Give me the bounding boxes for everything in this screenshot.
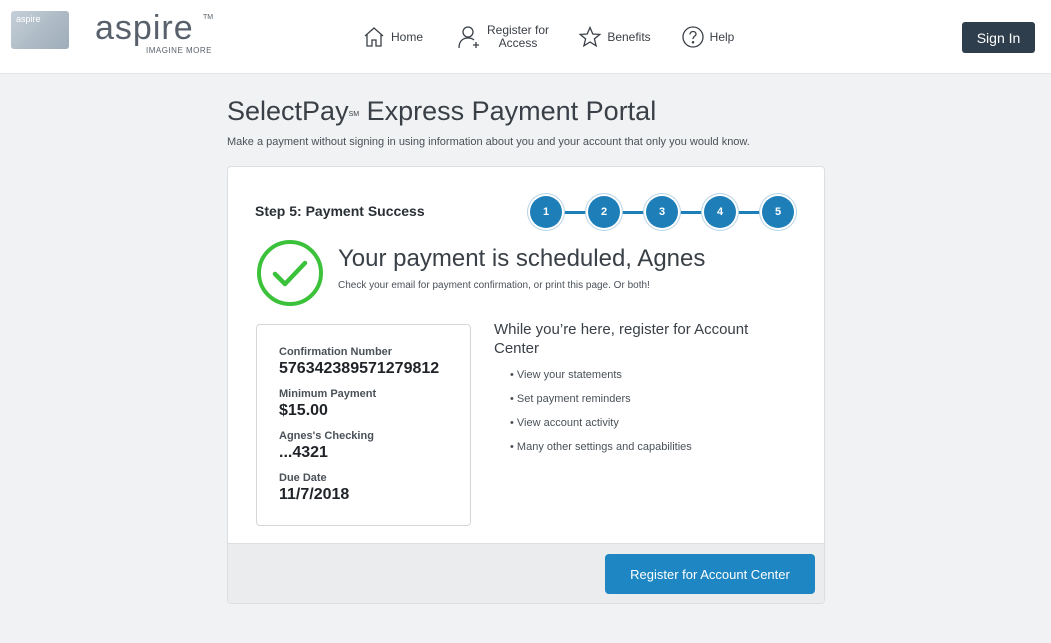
due-date-value: 11/7/2018 bbox=[279, 486, 350, 503]
step-2: 2 bbox=[588, 196, 620, 228]
step-progress-indicator: 1 2 3 4 5 bbox=[530, 193, 795, 231]
list-item: View your statements bbox=[510, 368, 692, 392]
register-user-icon bbox=[457, 24, 483, 50]
home-icon bbox=[361, 24, 387, 50]
nav-register-for-access[interactable]: Register for Access bbox=[446, 8, 560, 66]
logo-wordmark: aspire bbox=[95, 9, 194, 47]
minimum-payment-value: $15.00 bbox=[279, 402, 328, 419]
step-1: 1 bbox=[530, 196, 562, 228]
check-circle-icon bbox=[255, 238, 325, 308]
step-3: 3 bbox=[646, 196, 678, 228]
help-icon bbox=[680, 24, 706, 50]
due-date-label: Due Date bbox=[279, 472, 327, 484]
step-4: 4 bbox=[704, 196, 736, 228]
register-benefits-list: View your statements Set payment reminde… bbox=[510, 368, 692, 464]
register-account-center-button[interactable]: Register for Account Center bbox=[605, 554, 815, 594]
page-title: SelectPaySM Express Payment Portal bbox=[227, 96, 656, 126]
top-navigation-bar: aspire aspire TM IMAGINE MORE Home Regis… bbox=[0, 0, 1051, 74]
star-icon bbox=[577, 24, 603, 50]
nav-home[interactable]: Home bbox=[348, 8, 436, 66]
nav-register-label: Register for Access bbox=[487, 24, 549, 50]
nav-home-label: Home bbox=[390, 30, 423, 44]
payment-scheduled-heading: Your payment is scheduled, Agnes bbox=[338, 245, 706, 272]
nav-benefits-label: Benefits bbox=[607, 30, 651, 44]
aspire-logo[interactable]: aspire aspire TM IMAGINE MORE bbox=[0, 5, 258, 65]
confirmation-number-label: Confirmation Number bbox=[279, 346, 393, 358]
list-item: Many other settings and capabilities bbox=[510, 440, 692, 464]
register-promo-heading: While you’re here, register for Account … bbox=[494, 321, 749, 357]
page-subtitle: Make a payment without signing in using … bbox=[227, 136, 750, 148]
page-title-main: SelectPay bbox=[227, 96, 349, 126]
sign-in-button[interactable]: Sign In bbox=[962, 22, 1035, 53]
logo-tagline: IMAGINE MORE bbox=[146, 46, 213, 55]
logo-trademark: TM bbox=[203, 14, 214, 21]
account-value: ...4321 bbox=[279, 444, 328, 461]
page-title-rest: Express Payment Portal bbox=[359, 96, 657, 126]
nav-benefits[interactable]: Benefits bbox=[568, 8, 660, 66]
nav-register-line1: Register for bbox=[486, 23, 550, 37]
nav-register-line2: Access bbox=[498, 36, 538, 50]
minimum-payment-label: Minimum Payment bbox=[279, 388, 377, 400]
payment-scheduled-subtext: Check your email for payment confirmatio… bbox=[338, 280, 650, 291]
credit-card-image: aspire bbox=[11, 11, 69, 49]
list-item: Set payment reminders bbox=[510, 392, 692, 416]
nav-help[interactable]: Help bbox=[668, 8, 746, 66]
account-label: Agnes's Checking bbox=[279, 430, 374, 442]
nav-help-label: Help bbox=[709, 30, 735, 44]
service-mark: SM bbox=[348, 111, 360, 118]
confirmation-number-value: 576342389571279812 bbox=[279, 360, 440, 377]
step-5: 5 bbox=[762, 196, 794, 228]
card-image-text: aspire bbox=[16, 14, 41, 24]
list-item: View account activity bbox=[510, 416, 692, 440]
step-label: Step 5: Payment Success bbox=[255, 203, 425, 219]
